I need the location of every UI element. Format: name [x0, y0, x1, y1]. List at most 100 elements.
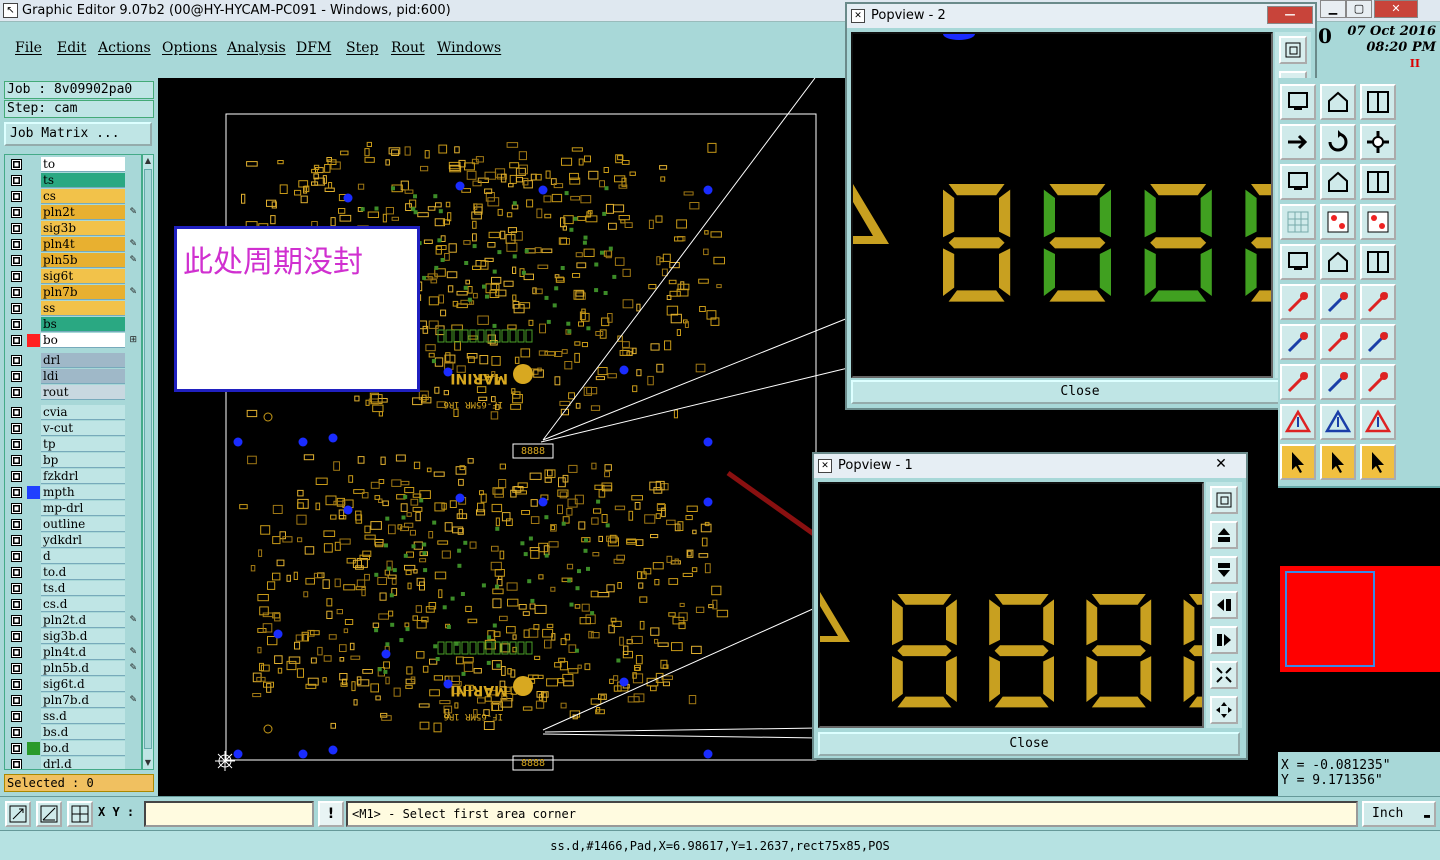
layers-select-icon[interactable] [1360, 204, 1396, 240]
layer-name[interactable]: pln4t [41, 237, 125, 252]
zoom-in-icon[interactable] [1210, 661, 1238, 689]
layer-row[interactable]: sig3b [5, 221, 141, 236]
popview-1-screen[interactable] [818, 482, 1204, 728]
scale-icon[interactable] [1320, 164, 1356, 200]
layer-name[interactable]: pln7b [41, 285, 125, 300]
layer-row[interactable]: sig3b.d [5, 629, 141, 644]
layer-checkbox[interactable] [11, 743, 22, 754]
layer-row[interactable]: bo.d [5, 741, 141, 756]
menu-actions[interactable]: Actions [98, 40, 151, 56]
triangle-icon[interactable] [1280, 404, 1316, 440]
layer-name[interactable]: to.d [41, 565, 125, 580]
pointer-circle-icon[interactable] [1360, 444, 1396, 480]
menu-edit[interactable]: Edit [57, 40, 86, 56]
layer-name[interactable]: bs.d [41, 725, 125, 740]
menu-dfm[interactable]: DFM [296, 40, 331, 56]
layer-row[interactable]: cs [5, 189, 141, 204]
ruler-icon[interactable] [1320, 244, 1356, 280]
layer-row[interactable]: v-cut [5, 421, 141, 436]
layer-row[interactable]: bo ⊞ [5, 333, 141, 348]
layer-row[interactable]: rout [5, 385, 141, 400]
zoom-out-icon[interactable] [1210, 696, 1238, 724]
split-view-icon[interactable] [1360, 84, 1396, 120]
layer-checkbox[interactable] [11, 239, 22, 250]
pointer-icon[interactable] [1280, 444, 1316, 480]
layer-checkbox[interactable] [11, 407, 22, 418]
scroll-thumb[interactable] [144, 169, 152, 749]
minimize-icon[interactable]: ▁ [1320, 0, 1346, 18]
home-icon[interactable] [1320, 84, 1356, 120]
layer-name[interactable]: pln5b.d [41, 661, 125, 676]
layer-list-scrollbar[interactable]: ▲ ▼ [142, 154, 154, 770]
scroll-down-icon[interactable]: ▼ [143, 757, 153, 769]
pan-icon[interactable] [1280, 164, 1316, 200]
snap-icon[interactable] [5, 801, 31, 827]
pan-right-icon[interactable] [1210, 626, 1238, 654]
maximize-icon[interactable]: ▢ [1346, 0, 1372, 18]
layer-row[interactable]: sig6t.d [5, 677, 141, 692]
layer-name[interactable]: to [41, 157, 125, 172]
xy-input[interactable] [144, 801, 314, 827]
step-repeat-icon[interactable] [1360, 124, 1396, 160]
layer-name[interactable]: ts [41, 173, 125, 188]
layer-name[interactable]: v-cut [41, 421, 125, 436]
layer-checkbox[interactable] [11, 567, 22, 578]
layer-name[interactable]: pln2t.d [41, 613, 125, 628]
layer-row[interactable]: d [5, 549, 141, 564]
layer-checkbox[interactable] [11, 271, 22, 282]
layer-name[interactable]: sig3b [41, 221, 125, 236]
layer-name[interactable]: mp-drl [41, 501, 125, 516]
layer-checkbox[interactable] [11, 583, 22, 594]
layer-row[interactable]: ldi [5, 369, 141, 384]
layer-row[interactable]: ts [5, 173, 141, 188]
close-icon[interactable]: — [1267, 6, 1313, 24]
layer-checkbox[interactable] [11, 175, 22, 186]
shapes-icon[interactable] [1360, 364, 1396, 400]
layer-row[interactable]: pln7b ✎ [5, 285, 141, 300]
layer-checkbox[interactable] [11, 371, 22, 382]
layer-checkbox[interactable] [11, 287, 22, 298]
layer-row[interactable]: bs.d [5, 725, 141, 740]
layer-checkbox[interactable] [11, 615, 22, 626]
layer-checkbox[interactable] [11, 535, 22, 546]
layer-checkbox[interactable] [11, 727, 22, 738]
layer-checkbox[interactable] [11, 487, 22, 498]
layer-checkbox[interactable] [11, 319, 22, 330]
layer-checkbox[interactable] [11, 255, 22, 266]
layer-checkbox[interactable] [11, 207, 22, 218]
job-matrix-button[interactable]: Job Matrix ... [4, 122, 152, 146]
layer-name[interactable]: pln2t [41, 205, 125, 220]
scroll-up-icon[interactable]: ▲ [143, 155, 153, 167]
layer-name[interactable]: sig6t [41, 269, 125, 284]
pan-left-icon[interactable] [1210, 591, 1238, 619]
menu-rout[interactable]: Rout [391, 40, 425, 56]
layer-checkbox[interactable] [11, 663, 22, 674]
layer-checkbox[interactable] [11, 223, 22, 234]
menu-analysis[interactable]: Analysis [227, 40, 286, 56]
layer-row[interactable]: drl [5, 353, 141, 368]
layer-name[interactable]: pln7b.d [41, 693, 125, 708]
layer-checkbox[interactable] [11, 599, 22, 610]
layer-name[interactable]: drl.d [41, 757, 125, 769]
layer-name[interactable]: ss.d [41, 709, 125, 724]
pan-up-icon[interactable] [1210, 521, 1238, 549]
layer-name[interactable]: d [41, 549, 125, 564]
color-icon[interactable] [1280, 244, 1316, 280]
layer-checkbox[interactable] [11, 503, 22, 514]
layer-name[interactable]: ldi [41, 369, 125, 384]
layer-name[interactable]: bo.d [41, 741, 125, 756]
pan-down-icon[interactable] [1210, 556, 1238, 584]
layer-name[interactable]: rout [41, 385, 125, 400]
layers-red-icon[interactable] [1320, 204, 1356, 240]
popview-2-close-button[interactable]: Close [851, 380, 1309, 404]
grid-icon[interactable] [67, 801, 93, 827]
layer-name[interactable]: drl [41, 353, 125, 368]
layer-row[interactable]: outline [5, 517, 141, 532]
zoom-fit-icon[interactable] [1210, 486, 1238, 514]
layer-row[interactable]: ss [5, 301, 141, 316]
layer-checkbox[interactable] [11, 303, 22, 314]
layer-checkbox[interactable] [11, 519, 22, 530]
measure-icon[interactable] [36, 801, 62, 827]
layer-name[interactable]: cs.d [41, 597, 125, 612]
layer-row[interactable]: pln5b.d ✎ [5, 661, 141, 676]
